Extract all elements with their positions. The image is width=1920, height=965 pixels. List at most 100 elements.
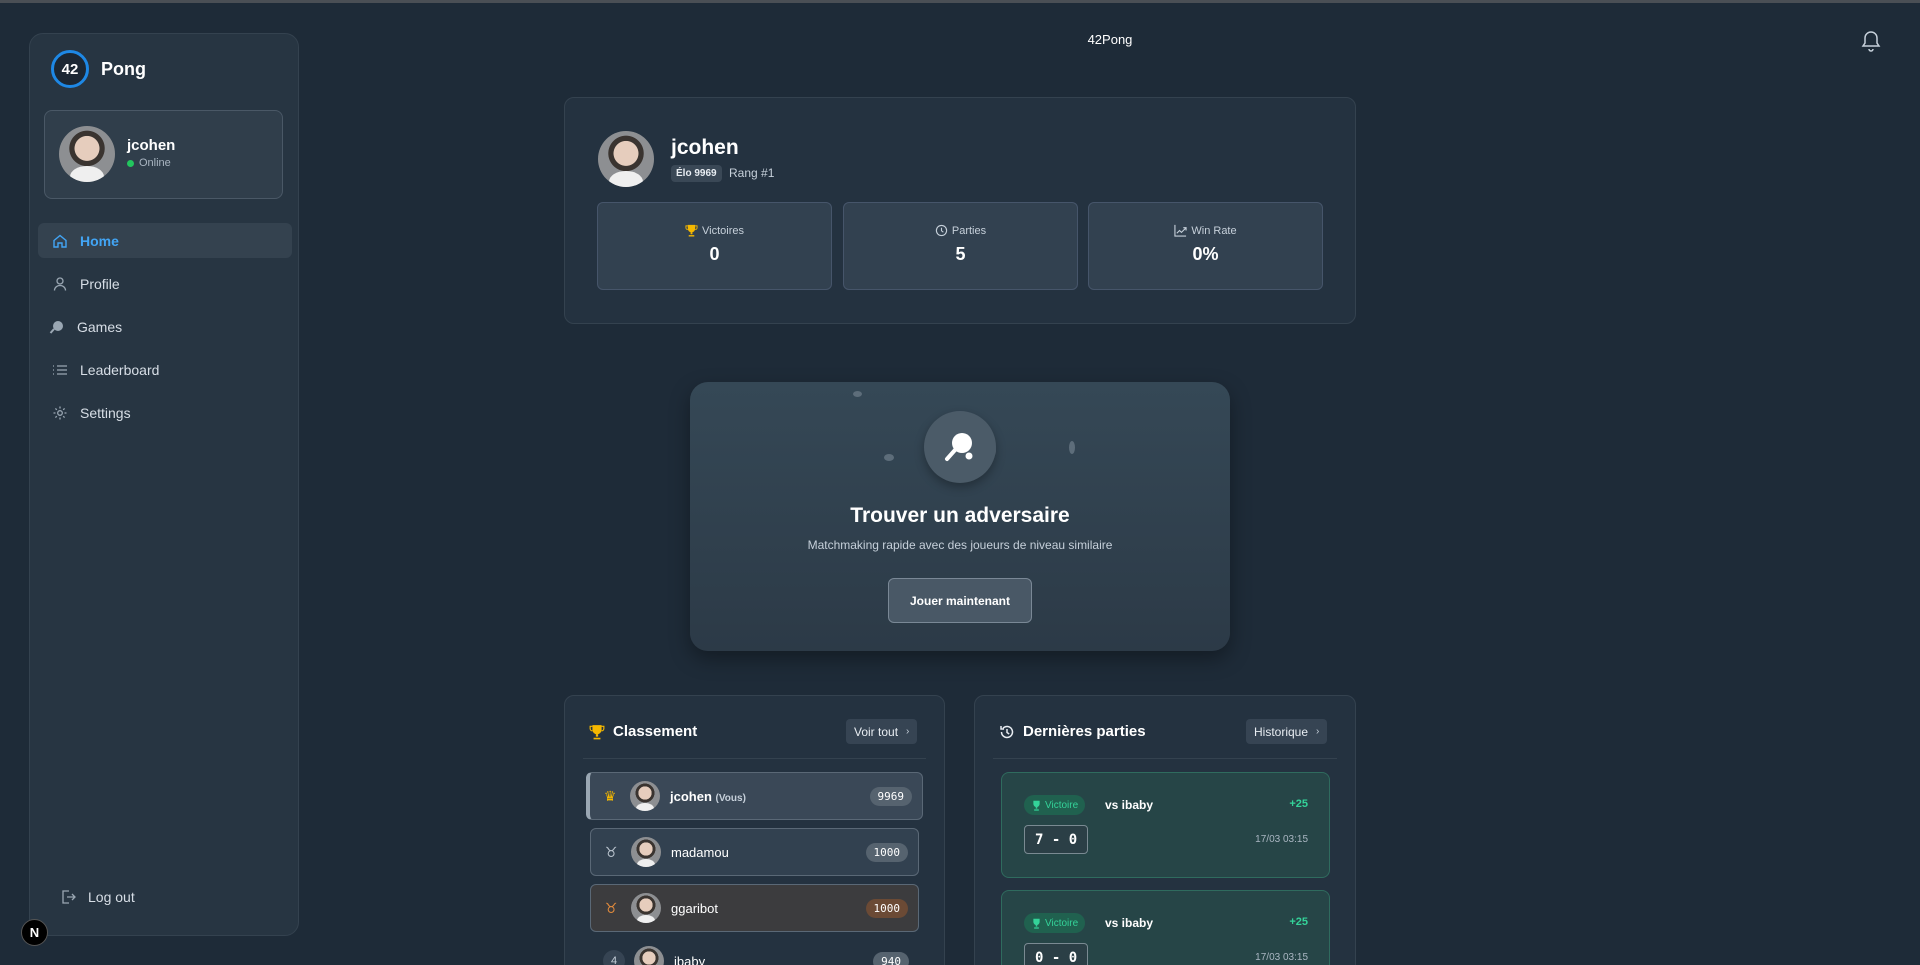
home-icon (53, 234, 67, 248)
matchmaking-subtitle: Matchmaking rapide avec des joueurs de n… (807, 538, 1113, 552)
elo-gain: +25 (1289, 916, 1308, 928)
ping-pong-icon (924, 411, 996, 483)
game-card[interactable]: Victoire vs ibaby +25 0 - 0 17/03 03:15 (1001, 890, 1330, 965)
trophy-icon (1033, 918, 1040, 929)
avatar (630, 781, 660, 811)
ranking-row[interactable]: ♛ jcohen (Vous) 9969 (586, 772, 923, 820)
sidebar-item-label: Home (80, 232, 119, 249)
top-border (0, 0, 1920, 3)
bell-icon[interactable] (1861, 30, 1881, 52)
opponent: vs ibaby (1105, 916, 1154, 930)
medal-silver-icon: ♉ (604, 843, 618, 860)
player-elo: 1000 (865, 898, 908, 918)
ranking-row[interactable]: 4 ibaby 940 (590, 946, 919, 965)
matchmaking-title: Trouver un adversaire (850, 504, 1070, 527)
rank-label: Rang #1 (729, 166, 775, 180)
stat-wins: Victoires 0 (597, 202, 832, 290)
divider (993, 758, 1337, 759)
sidebar-item-leaderboard[interactable]: Leaderboard (38, 352, 292, 387)
user-name: jcohen (127, 137, 176, 154)
online-dot-icon (127, 159, 134, 167)
sidebar: 42 Pong jcohen Online Home Profile Games… (29, 33, 299, 936)
sidebar-item-label: Leaderboard (80, 361, 160, 378)
stat-games: Parties 5 (843, 202, 1078, 290)
sidebar-item-settings[interactable]: Settings (38, 395, 292, 430)
ranking-row[interactable]: ♉ madamou 1000 (590, 828, 919, 876)
user-card[interactable]: jcohen Online (44, 110, 283, 199)
gear-icon (53, 406, 67, 419)
sidebar-item-games[interactable]: Games (38, 309, 292, 344)
ball-decoration (884, 454, 894, 461)
victory-badge: Victoire (1024, 795, 1086, 815)
ranking-title: Classement (613, 723, 698, 740)
stat-label: Win Rate (1191, 224, 1237, 237)
sidebar-item-home[interactable]: Home (38, 223, 292, 258)
stat-value: 0 (709, 244, 720, 264)
stat-label: Parties (951, 224, 987, 237)
avatar (598, 131, 654, 187)
profile-panel: jcohen Élo 9969 Rang #1 Victoires 0 Part… (564, 97, 1356, 324)
trend-icon (1174, 224, 1188, 237)
chevron-right-icon: › (1316, 726, 1320, 737)
logout-button[interactable]: Log out (60, 889, 135, 905)
clock-icon (935, 224, 948, 237)
avatar (634, 946, 664, 965)
brand[interactable]: 42 Pong (51, 50, 146, 88)
player-name: ibaby (674, 953, 706, 965)
profile-name: jcohen (671, 136, 739, 159)
brand-logo: 42 (51, 50, 89, 88)
avatar (631, 837, 661, 867)
game-card[interactable]: Victoire vs ibaby +25 7 - 0 17/03 03:15 (1001, 772, 1330, 878)
recent-title: Dernières parties (1023, 723, 1146, 740)
view-all-button[interactable]: Voir tout › (846, 719, 918, 744)
user-status: Online (127, 157, 171, 169)
player-name: ggaribot (671, 900, 718, 916)
player-name: madamou (671, 844, 729, 860)
elo-gain: +25 (1289, 798, 1308, 810)
game-date: 17/03 03:15 (1255, 834, 1308, 845)
ball-decoration (1069, 441, 1075, 454)
sidebar-item-profile[interactable]: Profile (38, 266, 292, 301)
elo-badge: Élo 9969 (671, 165, 722, 182)
logout-label: Log out (88, 889, 135, 905)
crown-icon: ♛ (603, 787, 617, 804)
list-icon (53, 364, 67, 375)
trophy-icon (685, 224, 698, 237)
sidebar-item-label: Settings (80, 404, 131, 421)
ranking-panel: Classement Voir tout › ♛ jcohen (Vous) 99… (564, 695, 945, 965)
chevron-right-icon: › (906, 726, 910, 737)
player-elo: 9969 (869, 786, 912, 806)
trophy-icon (589, 724, 605, 739)
victory-label: Victoire (1045, 799, 1079, 811)
history-label: Historique (1254, 724, 1309, 739)
play-now-button[interactable]: Jouer maintenant (888, 578, 1032, 623)
brand-name: Pong (101, 58, 146, 79)
app-title: 42Pong (1087, 32, 1133, 47)
next-dev-badge[interactable]: N (21, 919, 48, 946)
sidebar-nav: Home Profile Games Leaderboard Settings (38, 223, 292, 438)
trophy-icon (1033, 800, 1040, 811)
divider (583, 758, 926, 759)
user-status-label: Online (139, 157, 171, 169)
rank-number: 4 (603, 950, 625, 965)
game-date: 17/03 03:15 (1255, 952, 1308, 963)
score: 0 - 0 (1024, 943, 1089, 965)
ranking-header: Classement (589, 723, 697, 740)
history-button[interactable]: Historique › (1246, 719, 1328, 744)
score: 7 - 0 (1024, 825, 1089, 854)
stat-value: 0% (1192, 244, 1219, 264)
sidebar-item-label: Games (77, 318, 123, 335)
medal-bronze-icon: ♉ (604, 899, 618, 916)
stat-label: Victoires (702, 224, 744, 237)
history-icon (1000, 725, 1014, 738)
you-tag: (Vous) (715, 792, 746, 804)
ball-decoration (853, 391, 862, 397)
recent-games-panel: Dernières parties Historique › Victoire v… (974, 695, 1356, 965)
victory-badge: Victoire (1024, 913, 1086, 933)
recent-header: Dernières parties (999, 723, 1146, 740)
player-name: jcohen (670, 788, 712, 804)
view-all-label: Voir tout (854, 724, 899, 739)
player-elo: 1000 (865, 842, 908, 862)
ping-pong-icon (49, 320, 63, 334)
ranking-row[interactable]: ♉ ggaribot 1000 (590, 884, 919, 932)
